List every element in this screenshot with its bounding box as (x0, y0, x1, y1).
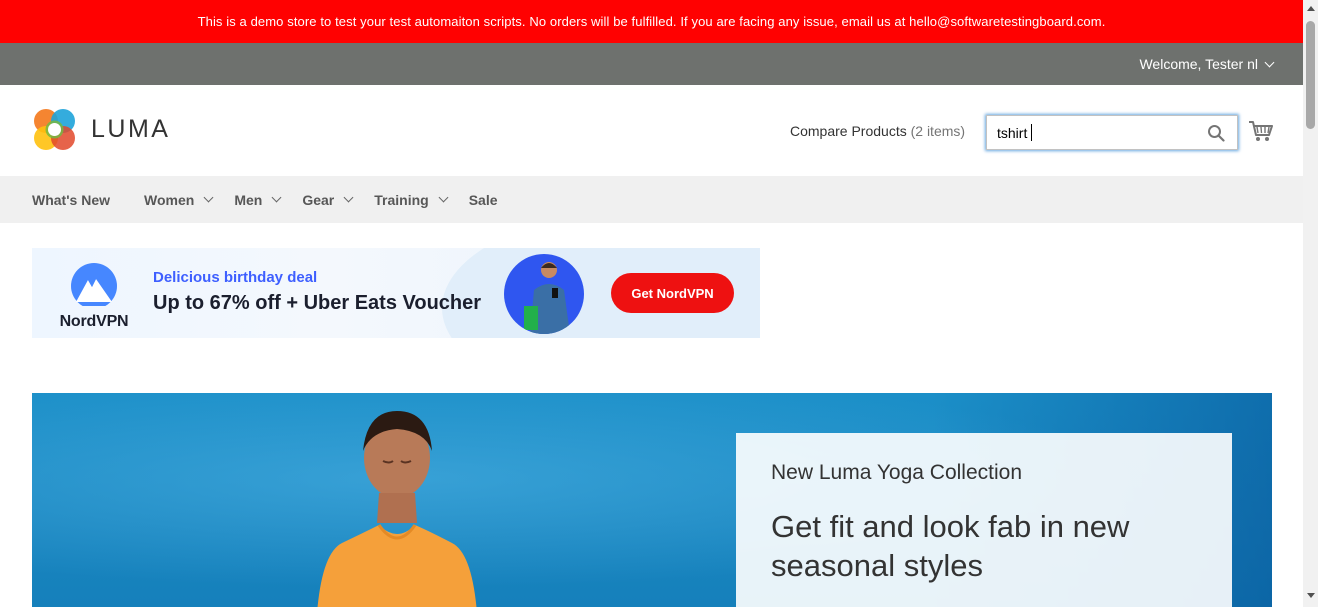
nordvpn-brand-text: NordVPN (59, 313, 129, 330)
nav-item-label: Men (234, 191, 263, 208)
demo-notice-text: This is a demo store to test your test a… (197, 14, 1106, 29)
customer-welcome-menu[interactable]: Welcome, Tester nl (1139, 56, 1275, 72)
main-navigation: What's New Women Men Gear Training Sale (0, 176, 1303, 223)
nav-item-label: What's New (32, 191, 111, 208)
hero-title: Get fit and look fab in new seasonal sty… (771, 509, 1130, 583)
cart-icon[interactable] (1248, 120, 1274, 142)
compare-products-link[interactable]: Compare Products (2 items) (790, 123, 965, 139)
nav-item-sale[interactable]: Sale (469, 192, 498, 208)
page-header: LUMA Compare Products (2 items) (0, 85, 1303, 176)
nordvpn-logo: NordVPN (54, 262, 134, 331)
scroll-down-arrow-icon[interactable] (1307, 593, 1315, 598)
vertical-scrollbar[interactable] (1303, 0, 1318, 607)
nordvpn-mountain-icon (71, 263, 117, 309)
compare-products-label: Compare Products (790, 123, 907, 139)
nav-item-whats-new[interactable]: What's New (32, 192, 110, 208)
ad-headline: Delicious birthday deal (153, 269, 318, 286)
panel-header: Welcome, Tester nl (0, 43, 1303, 85)
demo-notice-bar: This is a demo store to test your test a… (0, 0, 1303, 43)
nav-item-women[interactable]: Women (144, 191, 214, 208)
ad-offer-text: Up to 67% off + Uber Eats Voucher (153, 292, 482, 314)
nav-item-label: Women (144, 191, 195, 208)
nav-item-label: Sale (468, 191, 498, 208)
compare-products-count: (2 items) (910, 123, 966, 139)
chevron-down-icon (203, 192, 214, 203)
chevron-down-icon (271, 192, 282, 203)
welcome-text: Welcome, Tester nl (1139, 56, 1258, 72)
hero-yoga-woman-image (317, 411, 477, 607)
page: This is a demo store to test your test a… (0, 0, 1303, 607)
get-nordvpn-button[interactable]: Get NordVPN (611, 273, 734, 313)
scrollbar-thumb[interactable] (1306, 21, 1315, 129)
luma-logo-icon (34, 109, 75, 150)
scroll-up-arrow-icon[interactable] (1307, 6, 1315, 11)
hero-promo-box: New Luma Yoga Collection Get fit and loo… (736, 433, 1232, 607)
luma-logo-link[interactable]: LUMA (32, 107, 170, 152)
chevron-down-icon (1264, 57, 1275, 67)
person-illustration-icon (524, 262, 570, 334)
nav-item-men[interactable]: Men (234, 191, 282, 208)
nav-item-gear[interactable]: Gear (302, 191, 354, 208)
search-icon[interactable] (1207, 124, 1225, 142)
nordvpn-ad-banner[interactable]: NordVPN Delicious birthday deal Up to 67… (32, 248, 760, 338)
nav-item-label: Gear (302, 191, 335, 208)
nav-item-training[interactable]: Training (374, 191, 449, 208)
nav-item-label: Training (374, 191, 429, 208)
search-box (986, 115, 1238, 150)
hero-banner[interactable]: New Luma Yoga Collection Get fit and loo… (32, 393, 1272, 607)
logo-text: LUMA (91, 115, 171, 143)
chevron-down-icon (343, 192, 354, 203)
hero-subtitle: New Luma Yoga Collection (771, 461, 1022, 484)
search-input[interactable] (987, 124, 1187, 141)
text-caret (1031, 124, 1032, 141)
ad-person-image (504, 254, 584, 334)
chevron-down-icon (438, 192, 449, 203)
